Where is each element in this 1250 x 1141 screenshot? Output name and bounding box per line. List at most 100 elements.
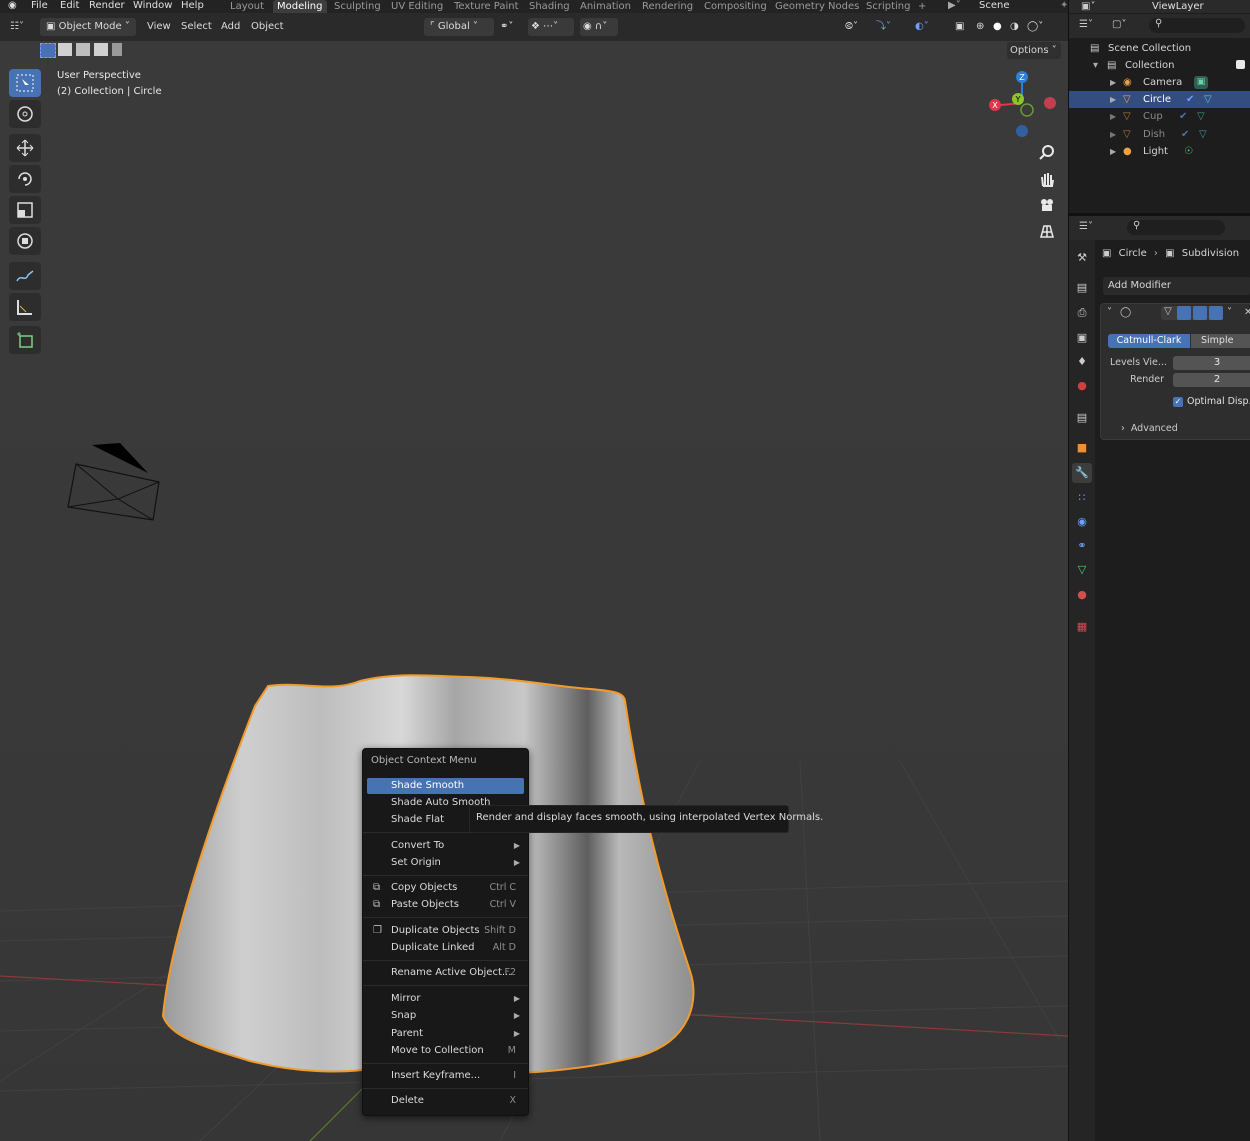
snap-toggle[interactable]: ❖ ⋯˅ bbox=[528, 18, 574, 36]
workspace-tab-rendering[interactable]: Rendering bbox=[638, 0, 697, 13]
view-menu[interactable]: View bbox=[147, 18, 171, 36]
expand-arrow-icon[interactable]: ▶ bbox=[1110, 126, 1116, 143]
optimal-display-checkbox[interactable]: ✓ bbox=[1173, 397, 1183, 407]
shading-material-icon[interactable]: ◑ bbox=[1010, 18, 1019, 36]
menu-item-shade-smooth[interactable]: Shade Smooth bbox=[367, 778, 524, 794]
world-tab[interactable]: ● bbox=[1072, 376, 1092, 396]
close-icon[interactable]: ✕ bbox=[1244, 307, 1250, 318]
zoom-button[interactable] bbox=[1035, 140, 1059, 164]
workspace-tab-shading[interactable]: Shading bbox=[525, 0, 574, 13]
menu-item-mirror[interactable]: Mirror ▶ bbox=[367, 991, 524, 1007]
object-mode-dropdown[interactable]: ▣ Object Mode ˅ bbox=[40, 18, 136, 36]
cursor-tool[interactable] bbox=[9, 100, 41, 128]
menu-item-set-origin[interactable]: Set Origin ▶ bbox=[367, 855, 524, 871]
rotate-tool[interactable] bbox=[9, 165, 41, 193]
xray-toggle-icon[interactable]: ▣ bbox=[955, 18, 964, 36]
menu-help[interactable]: Help bbox=[181, 0, 204, 13]
view-layer-tab[interactable]: ▣ bbox=[1072, 328, 1092, 348]
tool-tab[interactable]: ⚒ bbox=[1072, 248, 1092, 268]
modifier-icon[interactable]: ✔ bbox=[1179, 108, 1187, 125]
advanced-section-toggle[interactable]: › Advanced bbox=[1121, 422, 1178, 436]
select-intersect-icon[interactable] bbox=[112, 43, 122, 56]
pan-button[interactable] bbox=[1035, 167, 1059, 191]
menu-item-copy-objects[interactable]: ⧉ Copy Objects Ctrl C bbox=[367, 880, 524, 896]
menu-file[interactable]: File bbox=[31, 0, 48, 13]
outliner-search-input[interactable]: ⚲ bbox=[1149, 18, 1245, 33]
data-tab[interactable]: ▽ bbox=[1072, 560, 1092, 580]
expand-arrow-icon[interactable]: ▶ bbox=[1110, 74, 1116, 91]
material-tab[interactable]: ● bbox=[1072, 585, 1092, 605]
properties-search-input[interactable]: ⚲ bbox=[1127, 220, 1225, 235]
scale-tool[interactable] bbox=[9, 196, 41, 224]
menu-edit[interactable]: Edit bbox=[60, 0, 79, 13]
texture-tab[interactable]: ▦ bbox=[1072, 617, 1092, 637]
add-workspace-button[interactable]: + bbox=[914, 0, 930, 13]
menu-item-rename-active-object[interactable]: Rename Active Object... F2 bbox=[367, 965, 524, 981]
3d-viewport[interactable]: User Perspective (2) Collection | Circle… bbox=[0, 41, 1068, 1141]
select-subtract-icon[interactable] bbox=[76, 43, 90, 56]
menu-render[interactable]: Render bbox=[89, 0, 125, 13]
transform-tool[interactable] bbox=[9, 227, 41, 255]
scene-name[interactable]: Scene bbox=[979, 0, 1010, 13]
menu-item-insert-keyframe[interactable]: Insert Keyframe... I bbox=[367, 1068, 524, 1084]
workspace-tab-animation[interactable]: Animation bbox=[576, 0, 635, 13]
shading-solid-icon[interactable]: ● bbox=[993, 18, 1002, 36]
mesh-data-icon[interactable]: ▽ bbox=[1204, 91, 1212, 108]
expand-arrow-icon[interactable]: ▾ bbox=[1093, 57, 1098, 74]
object-tab[interactable]: ■ bbox=[1072, 438, 1092, 458]
levels-viewport-field[interactable]: 3 bbox=[1173, 356, 1250, 370]
collection-tab[interactable]: ▤ bbox=[1072, 408, 1092, 428]
add-modifier-dropdown[interactable]: Add Modifier bbox=[1103, 277, 1250, 295]
menu-window[interactable]: Window bbox=[133, 0, 172, 13]
gizmo-toggle-icon[interactable]: ⤵˅ bbox=[876, 18, 891, 36]
workspace-tab-layout[interactable]: Layout bbox=[226, 0, 268, 13]
annotate-tool[interactable] bbox=[9, 262, 41, 290]
viewlayer-name[interactable]: ViewLayer bbox=[1152, 0, 1204, 13]
camera-view-button[interactable] bbox=[1035, 193, 1059, 217]
measure-tool[interactable] bbox=[9, 293, 41, 321]
transform-orientation-dropdown[interactable]: ⌜ Global ˅ bbox=[424, 18, 494, 36]
neg-z-axis-handle[interactable] bbox=[1016, 125, 1028, 137]
menu-item-parent[interactable]: Parent ▶ bbox=[367, 1026, 524, 1042]
viewport-toggle-icon[interactable] bbox=[1193, 306, 1207, 320]
outliner-item-light[interactable]: ▶ ● Light ☉ bbox=[1069, 143, 1250, 160]
outliner-item-circle[interactable]: ▶ ▽ Circle ✔ ▽ bbox=[1069, 91, 1250, 108]
properties-editor-type-icon[interactable]: ☰˅ bbox=[1079, 221, 1093, 232]
scene-selector-icon[interactable]: ▶˅ bbox=[948, 0, 961, 13]
simple-toggle[interactable]: Simple bbox=[1191, 334, 1250, 348]
mesh-data-icon[interactable]: ▽ bbox=[1199, 126, 1207, 143]
render-toggle-icon[interactable] bbox=[1209, 306, 1223, 320]
outliner-item-dish[interactable]: ▶ ▽ Dish ✔ ▽ bbox=[1069, 126, 1250, 143]
add-cube-tool[interactable] bbox=[9, 326, 41, 354]
render-levels-field[interactable]: 2 bbox=[1173, 373, 1250, 387]
pivot-point-icon[interactable]: ⚭˅ bbox=[500, 18, 513, 36]
object-menu[interactable]: Object bbox=[251, 18, 284, 36]
workspace-tab-uv-editing[interactable]: UV Editing bbox=[387, 0, 447, 13]
editor-type-icon[interactable]: ☷˅ bbox=[10, 18, 24, 36]
modifier-dropdown-icon[interactable]: ˅ bbox=[1227, 307, 1232, 318]
shading-wireframe-icon[interactable]: ⊕ bbox=[976, 18, 984, 36]
select-box-tool[interactable] bbox=[9, 69, 41, 97]
visibility-icon[interactable]: ⧀˅ bbox=[845, 18, 858, 36]
options-dropdown[interactable]: Options ˅ bbox=[1007, 42, 1061, 59]
neg-x-axis-handle[interactable] bbox=[1044, 97, 1056, 109]
menu-item-duplicate-objects[interactable]: ❐ Duplicate Objects Shift D bbox=[367, 923, 524, 939]
workspace-tab-scripting[interactable]: Scripting bbox=[862, 0, 914, 13]
display-mode-icon[interactable]: ▢˅ bbox=[1112, 19, 1126, 30]
blender-logo-icon[interactable]: ◉ bbox=[8, 0, 17, 13]
edit-cage-icon[interactable]: ▽ bbox=[1161, 306, 1175, 320]
add-menu[interactable]: Add bbox=[221, 18, 240, 36]
menu-item-paste-objects[interactable]: ⧉ Paste Objects Ctrl V bbox=[367, 897, 524, 913]
collection-checkbox[interactable] bbox=[1236, 60, 1245, 69]
outliner-item-camera[interactable]: ▶ ◉ Camera ▣ bbox=[1069, 74, 1250, 91]
pin-scene-icon[interactable]: ✦ bbox=[1060, 0, 1068, 13]
constraints-tab[interactable]: ⚭ bbox=[1072, 536, 1092, 556]
workspace-tab-modeling[interactable]: Modeling bbox=[273, 0, 327, 13]
particles-tab[interactable]: ∷ bbox=[1072, 488, 1092, 508]
light-data-icon[interactable]: ☉ bbox=[1184, 143, 1193, 160]
viewlayer-selector-icon[interactable]: ▣˅ bbox=[1081, 0, 1095, 13]
expand-arrow-icon[interactable]: ▶ bbox=[1110, 91, 1116, 108]
outliner-collection[interactable]: ▾ ▤ Collection bbox=[1069, 57, 1250, 74]
outliner-scene-collection[interactable]: ▤ Scene Collection bbox=[1069, 40, 1250, 57]
select-invert-icon[interactable] bbox=[94, 43, 108, 56]
